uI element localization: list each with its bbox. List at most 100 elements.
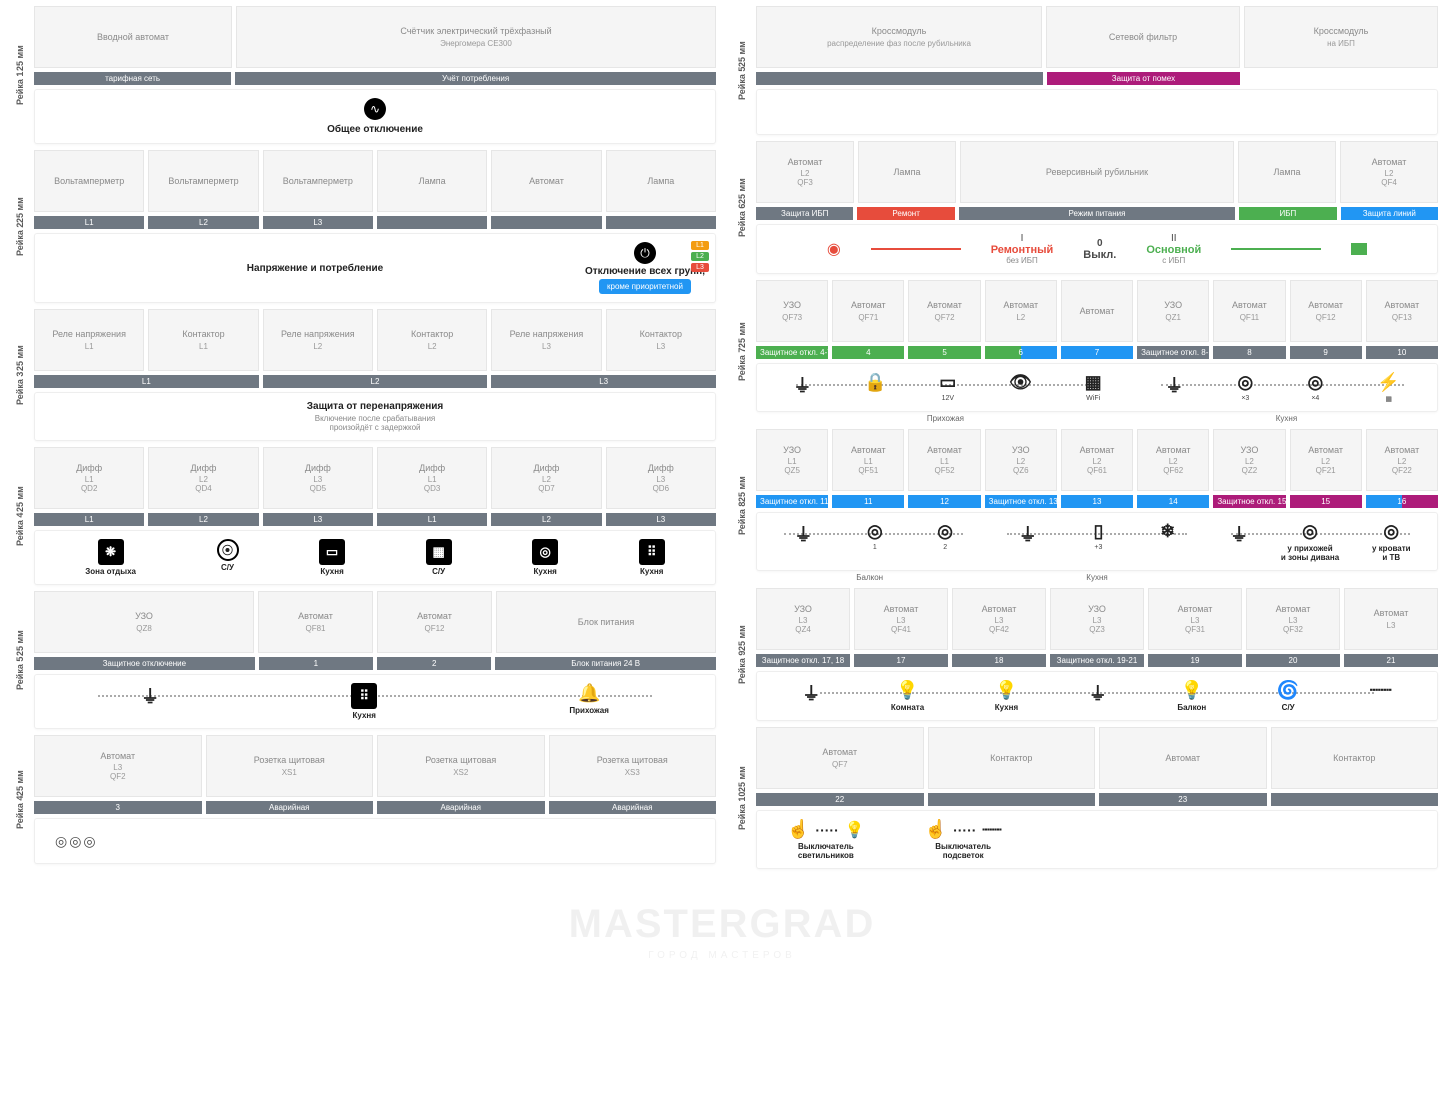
circuit-item: 👁	[1009, 372, 1032, 393]
panel-cross	[756, 89, 1438, 135]
module-box: УЗОL1 QZ5	[756, 429, 828, 491]
module-box: АвтоматQF12	[1290, 280, 1362, 342]
watermark: MASTERGRAD	[569, 902, 876, 947]
group-bar: 21	[1344, 654, 1438, 667]
panel-mode: ◉ I Ремонтный без ИБП 0 Выкл. II Основно…	[756, 224, 1438, 274]
circuit-item: ☝·····💡Выключатель светильников	[787, 819, 865, 860]
appliance-icon: ❄	[1160, 521, 1175, 542]
appliance-icon: ◎	[867, 521, 883, 542]
appliance-icon: 🌀	[1277, 680, 1299, 701]
module-box: ДиффL1 QD3	[377, 447, 487, 509]
module-box: Розетка щитоваяXS3	[549, 735, 717, 797]
appliance-icon: ⠿	[639, 539, 665, 565]
appliance-icon: 💡	[995, 680, 1017, 701]
group-bar	[606, 216, 716, 229]
socket-icon: ◎◎◎	[55, 833, 98, 850]
appliance-icon: ⏚	[1165, 372, 1183, 398]
panel-overvoltage: Защита от перенапряжения Включение после…	[34, 392, 716, 441]
group-bar: 16	[1366, 495, 1438, 508]
group-bar: Защитное откл. 4-7	[756, 346, 828, 359]
module-box: АвтоматQF72	[908, 280, 980, 342]
appliance-icon: ⏚	[141, 683, 159, 709]
group-bar	[491, 216, 601, 229]
circuit-item: ⠿Кухня	[351, 683, 377, 720]
group-bar: 10	[1366, 346, 1438, 359]
panel-r3: ⏚🔒▭12V👁▦WiFi ⏚◎×3◎×4⚡▦	[756, 363, 1438, 412]
group-bar: 6	[985, 346, 1057, 359]
rail-label: Рейка 425 мм	[6, 735, 34, 864]
module-box: АвтоматL3 QF41	[854, 588, 948, 650]
panel-r5: ⏚💡Комната💡Кухня⏚💡Балкон🌀С/У┈┈	[756, 671, 1438, 721]
module-box: Автомат	[1061, 280, 1133, 342]
circuit-item: 🌀С/У	[1277, 680, 1299, 712]
panel-diff: ❋Зона отдыха⦿С/У▭Кухня▦С/У◎Кухня⠿Кухня	[34, 530, 716, 585]
rail-label: Рейка 125 мм	[6, 6, 34, 144]
circuit-item: ▯+3	[1093, 521, 1103, 551]
module-box: АвтоматL2 QF22	[1366, 429, 1438, 491]
appliance-icon: ⠿	[351, 683, 377, 709]
group-bar: 7	[1061, 346, 1133, 359]
module-box: УЗОL3 QZ3	[1050, 588, 1144, 650]
rail-label: Рейка 425 мм	[6, 447, 34, 585]
module-box: Реле напряженияL2	[263, 309, 373, 371]
module-box: УЗОQF73	[756, 280, 828, 342]
group-bar: 9	[1290, 346, 1362, 359]
appliance-icon: ▭	[319, 539, 345, 565]
module-box: Лампа	[377, 150, 487, 212]
group-bar: 14	[1137, 495, 1209, 508]
appliance-icon: ◎	[1237, 372, 1253, 393]
module-box: Реле напряженияL1	[34, 309, 144, 371]
appliance-icon: ⏚	[1230, 521, 1248, 547]
appliance-icon: ◎	[1383, 521, 1399, 542]
rail-label: Рейка 1025 мм	[728, 727, 756, 869]
circuit-item: ☝·····┈┈Выключатель подсветок	[925, 819, 1002, 860]
circuit-item: ⏚	[1089, 680, 1107, 706]
bar-metering: Учёт потребления	[235, 72, 716, 85]
group-bar: L3	[606, 513, 716, 526]
group-bar: 12	[908, 495, 980, 508]
appliance-icon: ◎	[1307, 372, 1323, 393]
group-bar: 4	[832, 346, 904, 359]
group-bar	[377, 216, 487, 229]
appliance-icon: 🔔	[578, 683, 600, 704]
circuit-item: ⠿Кухня	[639, 539, 665, 576]
circuit-item: ⚡▦	[1377, 372, 1399, 403]
module-box: УЗОL2 QZ2	[1213, 429, 1285, 491]
appliance-icon: ▯	[1093, 521, 1103, 542]
circuit-item: ▦С/У	[426, 539, 452, 576]
module-box: ДиффL2 QD4	[148, 447, 258, 509]
group-bar: Защитное откл. 17, 18	[756, 654, 850, 667]
module-box: Розетка щитоваяXS2	[377, 735, 545, 797]
circuit-item: ▦WiFi	[1085, 372, 1102, 402]
watermark-sub: ГОРОД МАСТЕРОВ	[648, 950, 796, 961]
priority-button[interactable]: кроме приоритетной	[599, 279, 691, 294]
rail-label: Рейка 925 мм	[728, 588, 756, 721]
appliance-icon: ⏚	[1019, 521, 1037, 547]
circuit-item: ▭Кухня	[319, 539, 345, 576]
panel-r4: ⏚◎1◎2 ⏚▯+3❄ ⏚◎у прихожей и зоны дивана◎у…	[756, 512, 1438, 571]
appliance-icon: 👁	[1009, 372, 1032, 393]
sine-icon: ∿	[364, 98, 386, 120]
circuit-item: ⦿С/У	[217, 539, 239, 572]
rail-label: Рейка 525 мм	[6, 591, 34, 729]
appliance-icon: ❋	[98, 539, 124, 565]
appliance-icon: ⚡	[1377, 372, 1399, 393]
circuit-item: ⏚	[802, 680, 820, 706]
group-bar: 18	[952, 654, 1046, 667]
module-box: Вольтамперметр	[148, 150, 258, 212]
appliance-icon: ⦿	[217, 539, 239, 561]
appliance-icon: ☝	[925, 819, 947, 840]
appliance-icon: ⏚	[793, 372, 811, 398]
appliance-icon: ◎	[1302, 521, 1318, 542]
pill-l1: L1	[691, 241, 709, 250]
circuit-item: ⏚	[141, 683, 159, 709]
box-meter: Счётчик электрический трёхфазныйЭнергоме…	[236, 6, 716, 68]
rail-label: Рейка 625 мм	[728, 141, 756, 274]
module-box: КонтакторL3	[606, 309, 716, 371]
left-column: Рейка 125 мм Вводной автомат Счётчик эле…	[0, 0, 722, 881]
circuit-item: 💡Балкон	[1177, 680, 1206, 712]
circuit-item: 💡Комната	[891, 680, 924, 712]
module-box: ДиффL1 QD2	[34, 447, 144, 509]
group-bar: L1	[34, 216, 144, 229]
circuit-item: ◎у кровати и ТВ	[1372, 521, 1411, 562]
